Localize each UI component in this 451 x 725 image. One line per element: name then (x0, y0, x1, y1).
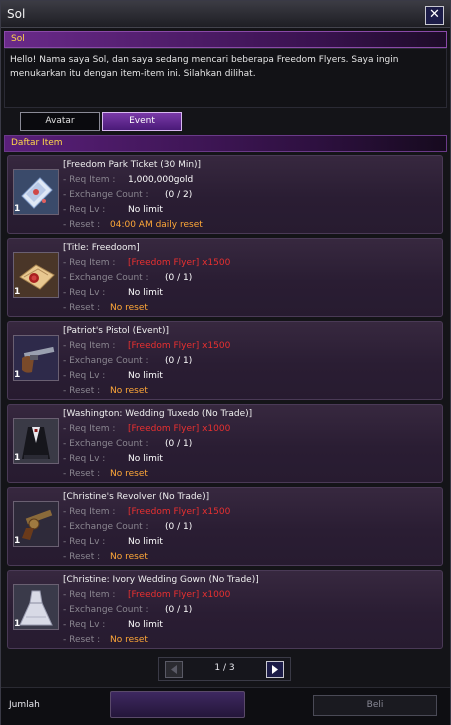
window-title: Sol (7, 7, 26, 21)
close-button[interactable]: ✕ (425, 6, 444, 25)
title-bar[interactable]: Sol ✕ (1, 1, 450, 28)
reset-value: No reset (110, 469, 148, 479)
exchange-count-value: (0 / 1) (165, 522, 193, 532)
item-card[interactable]: 1 [Christine: Ivory Wedding Gown (No Tra… (7, 570, 443, 649)
req-lv-label: - Req Lv : (63, 371, 106, 381)
item-card[interactable]: 1 [Christine's Revolver (No Trade)] - Re… (7, 487, 443, 566)
exchange-count-label: - Exchange Count : (63, 356, 149, 366)
req-lv-label: - Req Lv : (63, 620, 106, 630)
exchange-count-value: (0 / 1) (165, 356, 193, 366)
reset-label: - Reset : (63, 220, 101, 230)
npc-dialog-box: Hello! Nama saya Sol, dan saya sedang me… (4, 48, 447, 108)
req-lv-label: - Req Lv : (63, 454, 106, 464)
reset-value: No reset (110, 552, 148, 562)
item-name: [Title: Freedoom] (63, 243, 140, 253)
reset-label: - Reset : (63, 635, 101, 645)
item-quantity: 1 (14, 536, 21, 546)
close-icon: ✕ (429, 7, 440, 22)
req-lv-label: - Req Lv : (63, 537, 106, 547)
req-lv-value: No limit (128, 288, 163, 298)
npc-name: Sol (11, 34, 25, 44)
item-name: [Freedom Park Ticket (30 Min)] (63, 160, 202, 170)
req-item-value: [Freedom Flyer] x1000 (128, 590, 231, 600)
exchange-count-value: (0 / 1) (165, 273, 193, 283)
req-item-label: - Req Item : (63, 424, 116, 434)
req-lv-value: No limit (128, 620, 163, 630)
item-quantity: 1 (14, 204, 21, 214)
req-item-value: [Freedom Flyer] x1500 (128, 507, 231, 517)
item-quantity: 1 (14, 619, 21, 629)
req-lv-value: No limit (128, 371, 163, 381)
item-card[interactable]: 1 [Patriot's Pistol (Event)] - Req Item … (7, 321, 443, 400)
item-quantity: 1 (14, 370, 21, 380)
tab-event[interactable]: Event (102, 112, 182, 131)
req-item-value: [Freedom Flyer] x1500 (128, 258, 231, 268)
req-item-label: - Req Item : (63, 175, 116, 185)
req-item-value: 1,000,000gold (128, 175, 194, 185)
req-lv-label: - Req Lv : (63, 288, 106, 298)
item-name: [Washington: Wedding Tuxedo (No Trade)] (63, 409, 253, 419)
next-page-button[interactable] (266, 661, 284, 678)
exchange-count-label: - Exchange Count : (63, 439, 149, 449)
npc-dialog-text: Hello! Nama saya Sol, dan saya sedang me… (10, 55, 399, 79)
exchange-count-label: - Exchange Count : (63, 605, 149, 615)
req-item-label: - Req Item : (63, 341, 116, 351)
reset-value: 04:00 AM daily reset (110, 220, 203, 230)
item-quantity: 1 (14, 453, 21, 463)
req-lv-value: No limit (128, 454, 163, 464)
item-card[interactable]: 1 [Freedom Park Ticket (30 Min)] - Req I… (7, 155, 443, 234)
pagination: 1 / 3 (158, 657, 291, 681)
item-list-header: Daftar Item (4, 135, 447, 152)
item-name: [Christine's Revolver (No Trade)] (63, 492, 210, 502)
quantity-label: Jumlah (9, 700, 40, 710)
exchange-count-label: - Exchange Count : (63, 273, 149, 283)
reset-value: No reset (110, 303, 148, 313)
req-item-label: - Req Item : (63, 590, 116, 600)
purchase-bar: Jumlah Beli (1, 687, 450, 725)
req-lv-value: No limit (128, 537, 163, 547)
item-name: [Patriot's Pistol (Event)] (63, 326, 169, 336)
chevron-right-icon (272, 665, 278, 674)
item-card[interactable]: 1 [Washington: Wedding Tuxedo (No Trade)… (7, 404, 443, 483)
item-list-title: Daftar Item (11, 138, 63, 148)
req-lv-label: - Req Lv : (63, 205, 106, 215)
tab-avatar[interactable]: Avatar (20, 112, 100, 131)
reset-label: - Reset : (63, 469, 101, 479)
reset-value: No reset (110, 635, 148, 645)
exchange-count-value: (0 / 2) (165, 190, 193, 200)
reset-label: - Reset : (63, 552, 101, 562)
exchange-count-value: (0 / 1) (165, 439, 193, 449)
exchange-count-label: - Exchange Count : (63, 190, 149, 200)
npc-shop-window: Sol ✕ Sol Hello! Nama saya Sol, dan saya… (0, 0, 451, 725)
exchange-count-value: (0 / 1) (165, 605, 193, 615)
reset-label: - Reset : (63, 303, 101, 313)
req-item-label: - Req Item : (63, 507, 116, 517)
reset-value: No reset (110, 386, 148, 396)
item-name: [Christine: Ivory Wedding Gown (No Trade… (63, 575, 259, 585)
quantity-input[interactable] (110, 691, 245, 718)
item-quantity: 1 (14, 287, 21, 297)
buy-button[interactable]: Beli (313, 695, 437, 716)
req-item-label: - Req Item : (63, 258, 116, 268)
reset-label: - Reset : (63, 386, 101, 396)
exchange-count-label: - Exchange Count : (63, 522, 149, 532)
item-card[interactable]: 1 [Title: Freedoom] - Req Item : [Freedom… (7, 238, 443, 317)
req-lv-value: No limit (128, 205, 163, 215)
req-item-value: [Freedom Flyer] x1500 (128, 341, 231, 351)
npc-name-header: Sol (4, 31, 447, 48)
req-item-value: [Freedom Flyer] x1000 (128, 424, 231, 434)
